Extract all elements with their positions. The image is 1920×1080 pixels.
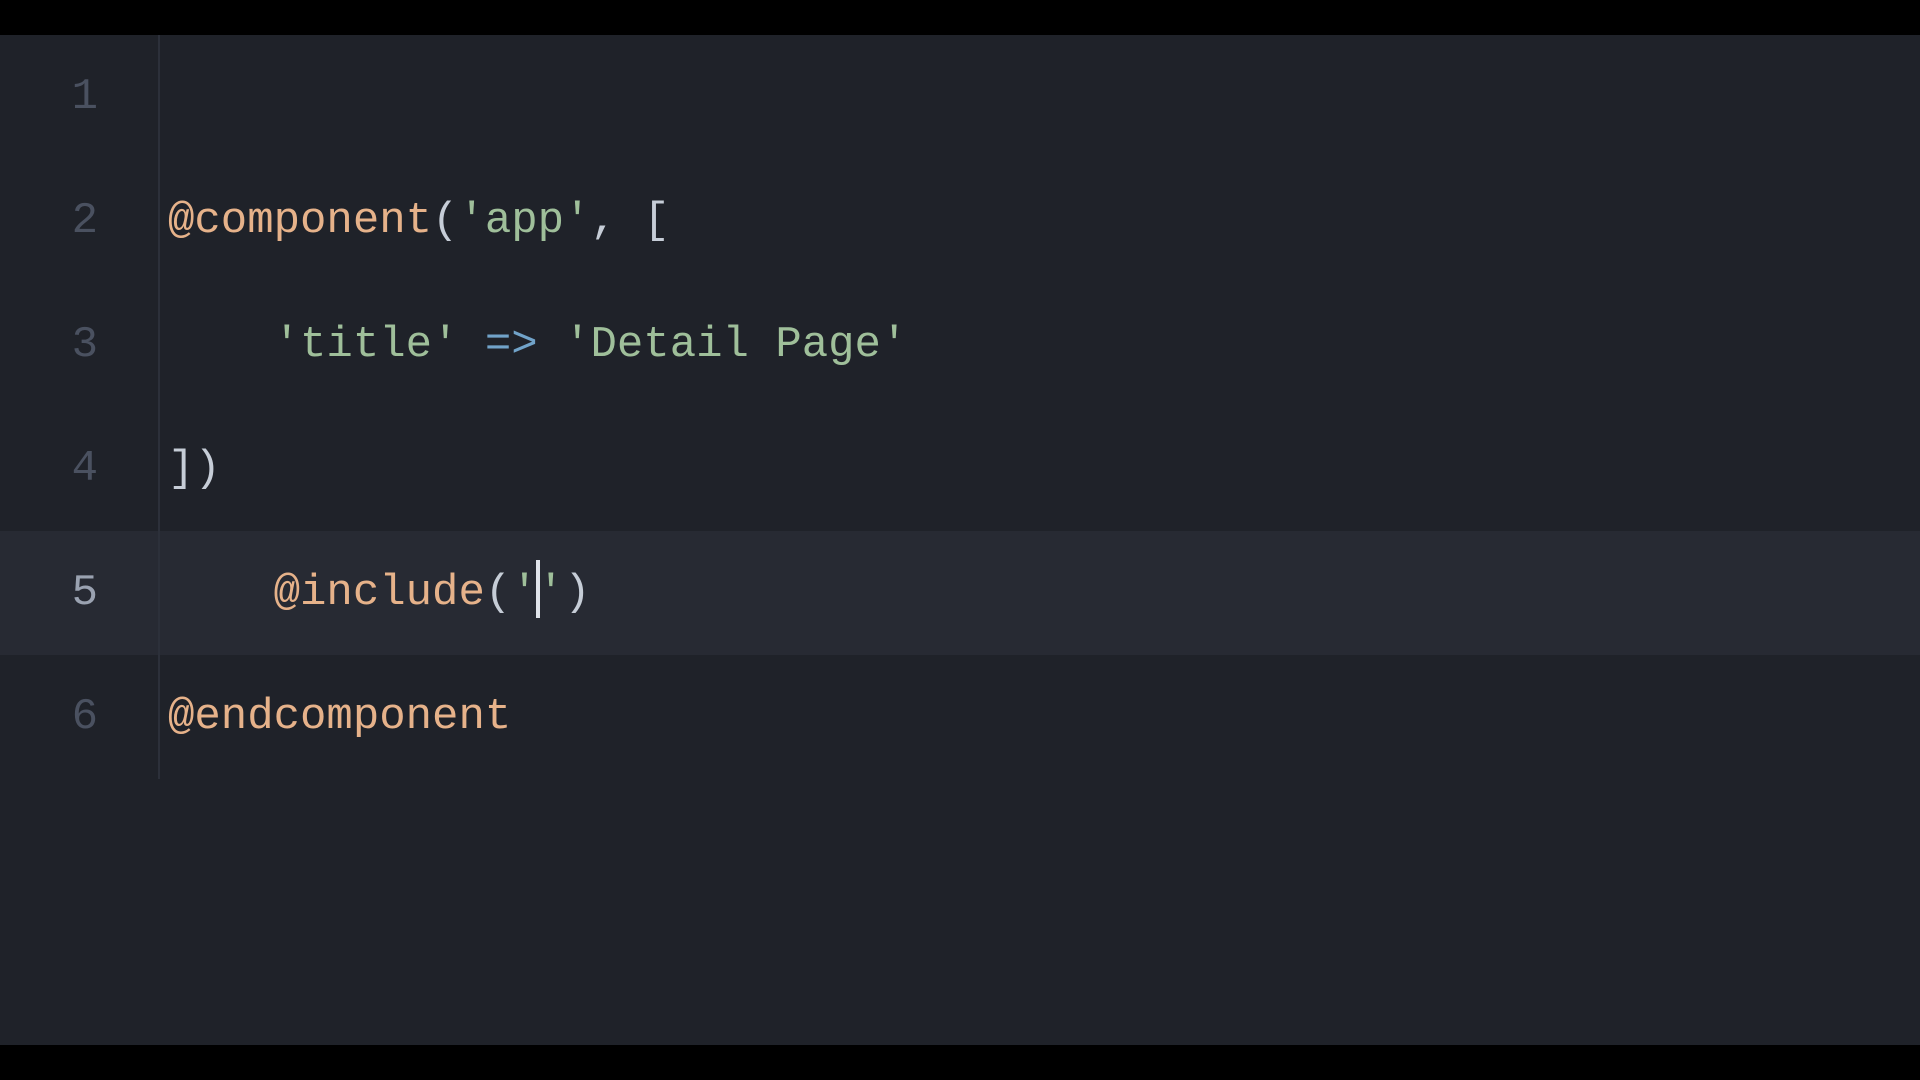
code-editor[interactable]: 1 2 @component('app', [ 3 'title' => 'De… xyxy=(0,35,1920,1045)
string-quote: ' xyxy=(881,283,907,407)
code-line-active[interactable]: 5 @include('') xyxy=(0,531,1920,655)
string-literal: title xyxy=(300,283,432,407)
indent xyxy=(168,283,274,407)
comma: , xyxy=(590,159,643,283)
line-number: 3 xyxy=(0,283,160,407)
code-line[interactable]: 1 xyxy=(0,35,1920,159)
blade-directive: @component xyxy=(168,159,432,283)
code-line[interactable]: 3 'title' => 'Detail Page' xyxy=(0,283,1920,407)
string-quote: ' xyxy=(511,531,537,655)
string-quote: ' xyxy=(274,283,300,407)
text-cursor xyxy=(536,560,540,618)
code-content[interactable]: ]) xyxy=(160,407,221,531)
bracket-open: [ xyxy=(643,159,669,283)
blade-directive: @include xyxy=(274,531,485,655)
code-content[interactable]: @include('') xyxy=(160,531,590,655)
line-number: 1 xyxy=(0,35,160,159)
code-content[interactable]: 'title' => 'Detail Page' xyxy=(160,283,907,407)
paren-open: ( xyxy=(485,531,511,655)
code-line[interactable]: 2 @component('app', [ xyxy=(0,159,1920,283)
string-quote: ' xyxy=(564,283,590,407)
string-literal: Detail Page xyxy=(591,283,881,407)
window-frame: 1 2 @component('app', [ 3 'title' => 'De… xyxy=(0,0,1920,1080)
line-number: 4 xyxy=(0,407,160,531)
arrow-operator: => xyxy=(458,283,564,407)
code-content[interactable]: @component('app', [ xyxy=(160,159,670,283)
paren-open: ( xyxy=(432,159,458,283)
string-quote: ' xyxy=(538,531,564,655)
bracket-paren-close: ]) xyxy=(168,407,221,531)
line-number: 5 xyxy=(0,531,160,655)
indent xyxy=(168,531,274,655)
code-content[interactable]: @endcomponent xyxy=(160,655,511,779)
string-quote: ' xyxy=(432,283,458,407)
line-number: 6 xyxy=(0,655,160,779)
string-literal: app xyxy=(485,159,564,283)
string-quote: ' xyxy=(564,159,590,283)
line-number: 2 xyxy=(0,159,160,283)
paren-close: ) xyxy=(564,531,590,655)
code-line[interactable]: 4 ]) xyxy=(0,407,1920,531)
blade-directive: @endcomponent xyxy=(168,655,511,779)
code-line[interactable]: 6 @endcomponent xyxy=(0,655,1920,779)
string-quote: ' xyxy=(458,159,484,283)
